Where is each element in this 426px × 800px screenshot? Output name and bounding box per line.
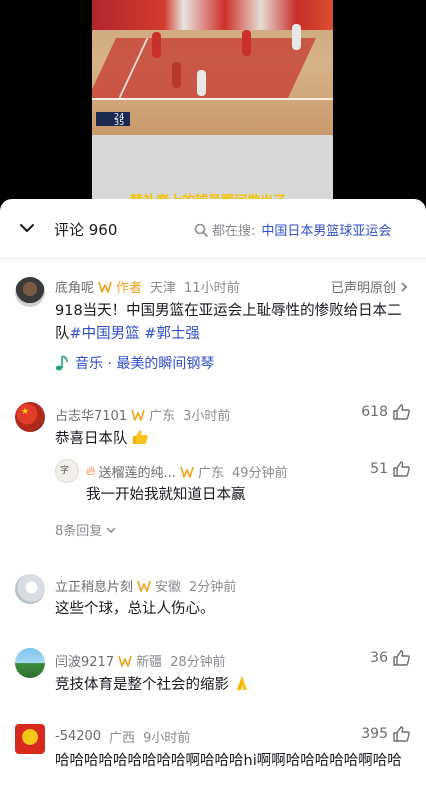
comment-time: 49分钟前: [231, 466, 288, 481]
fan-badge-icon: [137, 580, 151, 592]
like-count: 36: [370, 650, 388, 666]
comment-text: 918当天！中国男篮在亚运会上耻辱性的惨败给日本二队#中国男篮 #郭士强: [55, 303, 402, 342]
comment-text: 这些个球，总让人伤心。: [55, 601, 215, 617]
fan-badge-icon: [98, 281, 112, 293]
search-suggestion[interactable]: 都在搜: 中国日本男篮球亚运会: [194, 220, 391, 239]
commenter-name[interactable]: 立正稍息片刻: [55, 576, 133, 595]
comment-text: 恭喜日本队: [55, 428, 411, 451]
commenter-name[interactable]: -54200: [55, 729, 101, 744]
comment-time: 28分钟前: [170, 655, 226, 670]
commenter-name[interactable]: 占志华7101: [55, 405, 127, 424]
thumbs-up-icon: [393, 461, 410, 477]
like-button[interactable]: 51: [370, 461, 410, 477]
comment-time: 2分钟前: [189, 580, 237, 595]
scoreboard: 24 35: [96, 112, 130, 127]
commenter-name[interactable]: 底角呢: [55, 277, 94, 296]
chevron-down-icon[interactable]: [19, 222, 35, 234]
comment-location: 新疆: [136, 655, 163, 670]
thumbs-up-icon: [393, 404, 410, 420]
thumbs-up-icon: [393, 726, 410, 742]
chevron-right-icon: [401, 281, 408, 292]
avatar[interactable]: [15, 574, 45, 604]
hashtag-link[interactable]: #郭士强: [144, 326, 200, 342]
praying-hands-emoji-icon: [236, 676, 247, 690]
reply-text: 我一开始我就知道日本赢: [86, 487, 246, 503]
avatar[interactable]: ★: [15, 402, 45, 432]
like-count: 395: [361, 726, 388, 742]
comment-text: 竞技体育是整个社会的缩影: [55, 674, 411, 697]
fan-badge-icon: [118, 655, 132, 667]
music-note-icon: [55, 355, 68, 371]
chevron-down-icon: [106, 526, 116, 533]
original-declared[interactable]: 已声明原创: [331, 277, 408, 296]
fan-badge-icon: [180, 466, 194, 478]
video-frame: 24 35: [92, 0, 333, 135]
search-icon: [194, 223, 208, 237]
comment-location: 安徽: [155, 580, 182, 595]
author-tag: 作者: [116, 281, 143, 296]
comment-count-title: 评论 960: [54, 221, 118, 239]
comment-item: 闫波9217 新疆 28分钟前 36 竞技体育是整个社会的缩影: [0, 646, 426, 726]
search-topic-link[interactable]: 中国日本男篮球亚运会: [261, 220, 391, 239]
comment-header: 评论 960 都在搜: 中国日本男篮球亚运会: [0, 199, 426, 259]
comment-sheet: 评论 960 都在搜: 中国日本男篮球亚运会 底角呢 作者 天津 11小时前 已…: [0, 199, 426, 800]
comment-time: 9小时前: [143, 731, 191, 746]
avatar[interactable]: [15, 648, 45, 678]
comment-time: 11小时前: [184, 281, 240, 296]
comment-location: 广东: [149, 409, 176, 424]
like-count: 51: [370, 461, 388, 477]
avatar[interactable]: [15, 277, 45, 307]
comment-item: 立正稍息片刻 安徽 2分钟前 这些个球，总让人伤心。: [0, 565, 426, 635]
comment-time: 3小时前: [183, 409, 231, 424]
expand-replies-button[interactable]: 8条回复: [55, 520, 116, 539]
thumbs-up-icon: [393, 650, 410, 666]
like-button[interactable]: 36: [370, 650, 410, 666]
avatar[interactable]: [15, 724, 45, 754]
comment-text: 哈哈哈哈哈哈哈哈哈啊哈哈哈hi啊啊哈哈哈哈哈啊哈哈: [55, 753, 402, 769]
fan-badge-icon: [131, 409, 145, 421]
comment-item: -54200 广西 9小时前 395 哈哈哈哈哈哈哈哈哈啊哈哈哈hi啊啊哈哈哈哈…: [0, 719, 426, 800]
reply-avatar[interactable]: 字: [55, 459, 79, 483]
comment-location: 广西: [109, 731, 136, 746]
thumbs-up-emoji-icon: [133, 430, 148, 444]
hashtag-link[interactable]: #中国男篮: [70, 326, 140, 342]
author-comment: 底角呢 作者 天津 11小时前 已声明原创 918当天！中国男篮在亚运会上耻辱性…: [0, 259, 426, 379]
comment-item: ★ 占志华7101 广东 3小时前 618 恭喜日本队 字 🔥︎ 送榴莲的纯..…: [0, 392, 426, 552]
video-player[interactable]: 24 35 替补席上的球员瞬间做出了: [0, 0, 426, 205]
like-button[interactable]: 395: [361, 726, 410, 742]
comment-location: 广东: [197, 466, 224, 481]
commenter-name[interactable]: 送榴莲的纯...: [99, 462, 176, 481]
fire-icon: 🔥︎: [86, 464, 96, 479]
commenter-name[interactable]: 闫波9217: [55, 651, 114, 670]
like-button[interactable]: 618: [361, 404, 410, 420]
like-count: 618: [361, 404, 388, 420]
music-link[interactable]: 音乐 · 最美的瞬间钢琴: [55, 353, 214, 373]
comment-location: 天津: [150, 281, 177, 296]
search-prefix: 都在搜:: [212, 224, 256, 239]
